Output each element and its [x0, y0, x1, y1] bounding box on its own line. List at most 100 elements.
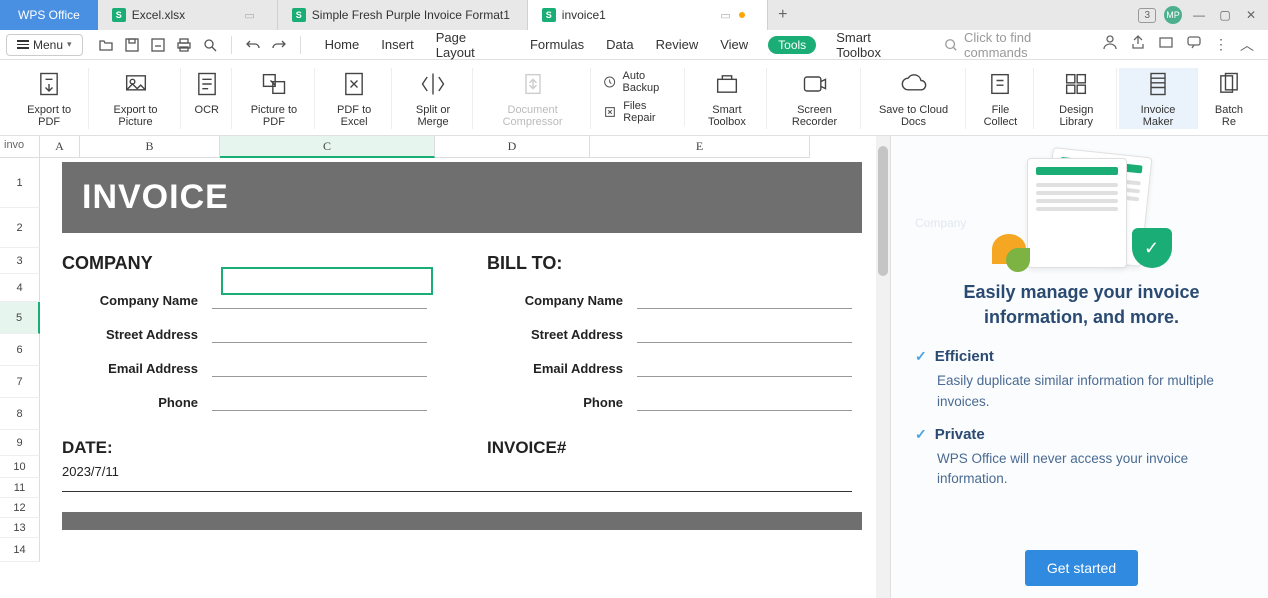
doc-tab-label: Simple Fresh Purple Invoice Format1	[312, 8, 510, 22]
tab-insert[interactable]: Insert	[379, 35, 416, 54]
picture-to-pdf-button[interactable]: Picture to PDF	[234, 68, 315, 129]
auto-backup-button[interactable]: Auto Backup	[603, 70, 674, 94]
export-pdf-icon	[35, 68, 63, 100]
tab-menu-icon[interactable]: ▭	[244, 9, 254, 22]
invoice-maker-button[interactable]: Invoice Maker	[1119, 68, 1198, 129]
col-header-a[interactable]: A	[40, 136, 80, 158]
row-header[interactable]: 13	[0, 518, 40, 538]
account-icon[interactable]	[1102, 34, 1118, 55]
row-header[interactable]: 6	[0, 334, 40, 366]
col-header-e[interactable]: E	[590, 136, 810, 158]
pdf-to-excel-button[interactable]: PDF to Excel	[317, 68, 392, 129]
feature-body: WPS Office will never access your invoic…	[937, 449, 1248, 490]
tab-menu-icon[interactable]: ▭	[720, 9, 730, 22]
field-input[interactable]	[637, 325, 852, 343]
file-collect-button[interactable]: File Collect	[968, 68, 1035, 129]
grid[interactable]: INVOICE COMPANY Company Name Street Addr…	[40, 158, 890, 598]
row-header[interactable]: 2	[0, 208, 40, 248]
field-input[interactable]	[212, 393, 427, 411]
field-label: Street Address	[487, 327, 637, 342]
app-tab[interactable]: WPS Office	[0, 0, 98, 30]
col-header-d[interactable]: D	[435, 136, 590, 158]
tab-data[interactable]: Data	[604, 35, 635, 54]
spreadsheet[interactable]: invo A B C D E 1 2 3 4 5 6 7 8 9 10 11 1…	[0, 136, 890, 598]
row-header[interactable]: 10	[0, 456, 40, 478]
command-search[interactable]: Click to find commands	[944, 30, 1098, 60]
leaf-icon	[1006, 248, 1030, 272]
files-repair-button[interactable]: Files Repair	[603, 100, 674, 124]
repair-icon	[603, 104, 617, 120]
vertical-scrollbar[interactable]	[876, 136, 890, 598]
ocr-button[interactable]: OCR	[183, 68, 232, 129]
theme-icon[interactable]	[1158, 34, 1174, 55]
scrollbar-thumb[interactable]	[878, 146, 888, 276]
tab-home[interactable]: Home	[323, 35, 362, 54]
doc-tab-invoice[interactable]: S invoice1 ▭	[528, 0, 768, 30]
new-tab-button[interactable]: +	[768, 0, 798, 30]
collapse-ribbon-icon[interactable]: ︿	[1240, 35, 1254, 55]
saveas-icon[interactable]	[149, 36, 167, 54]
tab-tools[interactable]: Tools	[768, 36, 816, 54]
row-header[interactable]: 4	[0, 274, 40, 302]
menu-button[interactable]: Menu ▾	[6, 34, 83, 56]
row-header[interactable]: 9	[0, 430, 40, 456]
field-input[interactable]	[637, 291, 852, 309]
picture-to-pdf-icon	[260, 68, 288, 100]
minimize-button[interactable]: —	[1190, 6, 1208, 24]
row-header[interactable]: 14	[0, 538, 40, 562]
col-header-c[interactable]: C	[220, 136, 435, 158]
row-header[interactable]: 3	[0, 248, 40, 274]
cloud-icon	[900, 68, 928, 100]
print-icon[interactable]	[175, 36, 193, 54]
tab-view[interactable]: View	[718, 35, 750, 54]
split-merge-button[interactable]: Split or Merge	[394, 68, 473, 129]
tab-smart-toolbox[interactable]: Smart Toolbox	[834, 28, 920, 62]
row-header[interactable]: 12	[0, 498, 40, 518]
field-input[interactable]	[212, 325, 427, 343]
save-icon[interactable]	[123, 36, 141, 54]
field-input[interactable]	[637, 393, 852, 411]
field-input[interactable]	[212, 359, 427, 377]
invoice-body: COMPANY Company Name Street Address Emai…	[40, 233, 852, 492]
tab-review[interactable]: Review	[654, 35, 701, 54]
get-started-button[interactable]: Get started	[1025, 550, 1138, 586]
feedback-icon[interactable]	[1186, 34, 1202, 55]
share-icon[interactable]	[1130, 34, 1146, 55]
smart-toolbox-button[interactable]: Smart Toolbox	[687, 68, 767, 129]
maximize-button[interactable]: ▢	[1216, 6, 1234, 24]
menu-bar: Menu ▾ Home Insert Page Layout Formulas …	[0, 30, 1268, 60]
undo-icon[interactable]	[244, 36, 262, 54]
tab-formulas[interactable]: Formulas	[528, 35, 586, 54]
screen-recorder-button[interactable]: Screen Recorder	[769, 68, 860, 129]
col-header-b[interactable]: B	[80, 136, 220, 158]
print-preview-icon[interactable]	[201, 36, 219, 54]
export-picture-button[interactable]: Export to Picture	[91, 68, 181, 129]
more-icon[interactable]: ⋮	[1214, 36, 1228, 53]
export-pdf-button[interactable]: Export to PDF	[10, 68, 89, 129]
doc-tab-template[interactable]: S Simple Fresh Purple Invoice Format1	[278, 0, 528, 30]
user-avatar[interactable]: MP	[1164, 6, 1182, 24]
batch-button[interactable]: Batch Re	[1200, 68, 1258, 129]
notification-badge[interactable]: 3	[1138, 8, 1156, 23]
name-box[interactable]: invo	[0, 136, 40, 158]
redo-icon[interactable]	[270, 36, 288, 54]
feature-body: Easily duplicate similar information for…	[937, 371, 1248, 412]
chevron-down-icon: ▾	[67, 39, 72, 50]
row-header[interactable]: 8	[0, 398, 40, 430]
open-icon[interactable]	[97, 36, 115, 54]
field-label: Street Address	[62, 327, 212, 342]
field-input[interactable]	[637, 359, 852, 377]
row-header[interactable]: 1	[0, 158, 40, 208]
save-cloud-button[interactable]: Save to Cloud Docs	[863, 68, 966, 129]
section-heading: BILL TO:	[487, 253, 852, 274]
row-header[interactable]: 11	[0, 478, 40, 498]
row-header[interactable]: 5	[0, 302, 40, 334]
tab-page-layout[interactable]: Page Layout	[434, 28, 510, 62]
date-value[interactable]: 2023/7/11	[62, 464, 427, 479]
search-icon	[944, 38, 958, 52]
row-header[interactable]: 7	[0, 366, 40, 398]
close-button[interactable]: ✕	[1242, 6, 1260, 24]
active-cell[interactable]	[221, 267, 433, 295]
doc-tab-excel[interactable]: S Excel.xlsx ▭	[98, 0, 278, 30]
design-library-button[interactable]: Design Library	[1036, 68, 1117, 129]
